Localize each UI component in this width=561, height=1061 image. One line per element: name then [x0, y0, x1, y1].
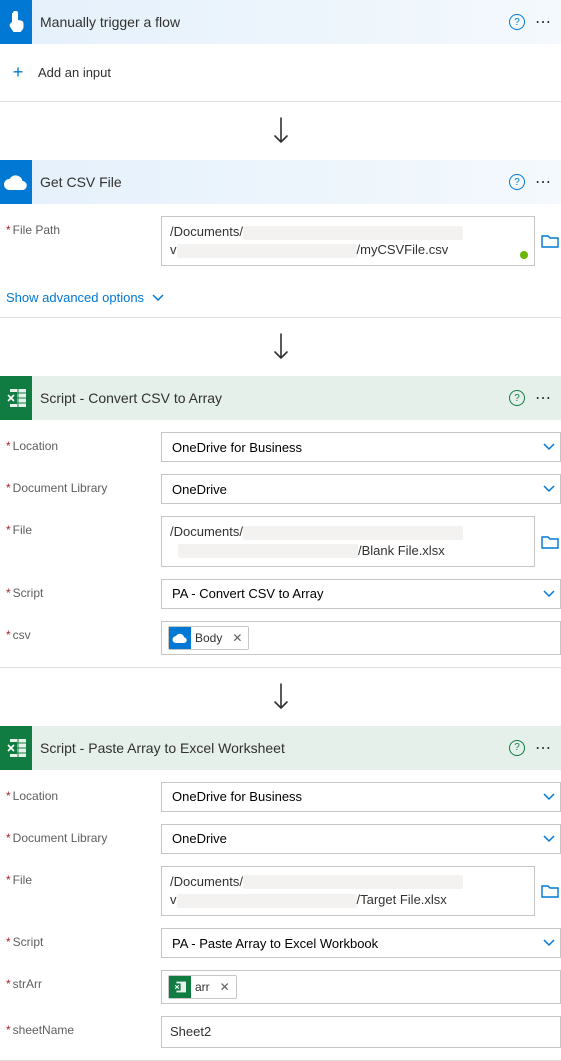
convertcsv-header[interactable]: Script - Convert CSV to Array ? ⋯	[0, 376, 561, 420]
help-icon[interactable]: ?	[509, 14, 525, 30]
getcsv-title: Get CSV File	[32, 174, 509, 190]
add-input-button[interactable]: + Add an input	[0, 44, 561, 101]
library-label: Document Library	[6, 474, 161, 495]
filepath-label: File Path	[6, 216, 161, 237]
convertcsv-title: Script - Convert CSV to Array	[32, 390, 509, 406]
onedrive-icon	[0, 160, 32, 204]
touch-icon	[0, 0, 32, 44]
getcsv-header[interactable]: Get CSV File ? ⋯	[0, 160, 561, 204]
status-dot-icon	[520, 251, 528, 259]
csv-input[interactable]: Body ✕	[161, 621, 561, 655]
pastearray-header[interactable]: Script - Paste Array to Excel Worksheet …	[0, 726, 561, 770]
connector-arrow	[0, 102, 561, 160]
pastearray-card: Script - Paste Array to Excel Worksheet …	[0, 726, 561, 1061]
pastearray-title: Script - Paste Array to Excel Worksheet	[32, 740, 509, 756]
connector-arrow	[0, 668, 561, 726]
folder-picker-button[interactable]	[539, 866, 561, 916]
remove-token-button[interactable]: ✕	[214, 980, 236, 994]
location-label: Location	[6, 782, 161, 803]
more-icon[interactable]: ⋯	[533, 172, 553, 192]
excel-icon	[0, 726, 32, 770]
plus-icon: +	[8, 62, 28, 83]
file-label: File	[6, 516, 161, 537]
getcsv-card: Get CSV File ? ⋯ File Path /Documents/ v…	[0, 160, 561, 318]
trigger-card: Manually trigger a flow ? ⋯ + Add an inp…	[0, 0, 561, 102]
body-token[interactable]: Body ✕	[168, 626, 249, 650]
script-label: Script	[6, 579, 161, 600]
strarr-label: strArr	[6, 970, 161, 991]
location-label: Location	[6, 432, 161, 453]
show-advanced-button[interactable]: Show advanced options	[0, 278, 170, 317]
help-icon[interactable]: ?	[509, 174, 525, 190]
chevron-down-icon	[152, 294, 164, 302]
sheetname-label: sheetName	[6, 1016, 161, 1037]
csv-label: csv	[6, 621, 161, 642]
help-icon[interactable]: ?	[509, 390, 525, 406]
folder-picker-button[interactable]	[539, 216, 561, 266]
file-label: File	[6, 866, 161, 887]
script-select[interactable]: PA - Convert CSV to Array	[161, 579, 561, 609]
strarr-input[interactable]: arr ✕	[161, 970, 561, 1004]
arr-token[interactable]: arr ✕	[168, 975, 237, 999]
remove-token-button[interactable]: ✕	[226, 631, 248, 645]
location-select[interactable]: OneDrive for Business	[161, 782, 561, 812]
more-icon[interactable]: ⋯	[533, 388, 553, 408]
script-select[interactable]: PA - Paste Array to Excel Workbook	[161, 928, 561, 958]
more-icon[interactable]: ⋯	[533, 12, 553, 32]
excel-icon	[0, 376, 32, 420]
library-select[interactable]: OneDrive	[161, 474, 561, 504]
onedrive-icon	[169, 627, 191, 649]
more-icon[interactable]: ⋯	[533, 738, 553, 758]
file-input[interactable]: /Documents/ v/Target File.xlsx	[161, 866, 535, 916]
excel-icon	[169, 976, 191, 998]
help-icon[interactable]: ?	[509, 740, 525, 756]
trigger-title: Manually trigger a flow	[32, 14, 509, 30]
filepath-input[interactable]: /Documents/ v/myCSVFile.csv	[161, 216, 535, 266]
library-select[interactable]: OneDrive	[161, 824, 561, 854]
location-select[interactable]: OneDrive for Business	[161, 432, 561, 462]
connector-arrow	[0, 318, 561, 376]
script-label: Script	[6, 928, 161, 949]
add-input-label: Add an input	[38, 65, 111, 80]
folder-picker-button[interactable]	[539, 516, 561, 566]
library-label: Document Library	[6, 824, 161, 845]
sheetname-input[interactable]: Sheet2	[161, 1016, 561, 1048]
convertcsv-card: Script - Convert CSV to Array ? ⋯ Locati…	[0, 376, 561, 667]
file-input[interactable]: /Documents/ /Blank File.xlsx	[161, 516, 535, 566]
trigger-header[interactable]: Manually trigger a flow ? ⋯	[0, 0, 561, 44]
